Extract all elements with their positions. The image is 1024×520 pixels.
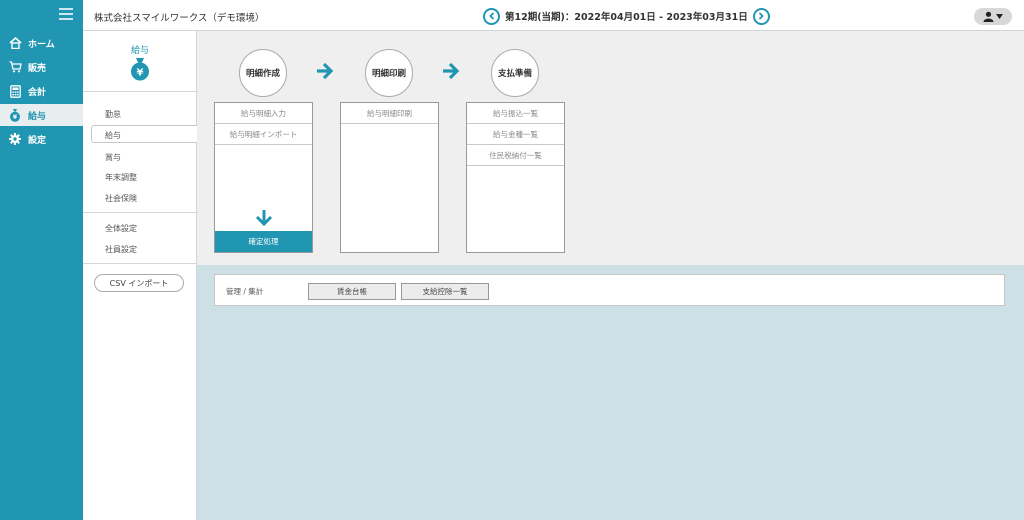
step-box-print-statement: 給与明細印刷 bbox=[340, 102, 439, 253]
user-icon bbox=[983, 11, 994, 22]
divider bbox=[83, 212, 197, 213]
arrow-right-icon bbox=[441, 61, 461, 84]
user-menu-button[interactable] bbox=[974, 8, 1012, 25]
caret-down-icon bbox=[996, 14, 1003, 19]
payroll-flow-area: 明細作成 明細印刷 支払準備 給与明細入力 給与明細インポート 確定処理 給与明… bbox=[197, 31, 1024, 265]
sub-item-year-end-adjustment[interactable]: 年末調整 bbox=[105, 172, 137, 183]
sub-item-employee-settings[interactable]: 社員設定 bbox=[105, 244, 137, 255]
nav-item-label: 販売 bbox=[28, 63, 47, 74]
hamburger-menu-icon[interactable] bbox=[59, 8, 73, 20]
nav-item-label: 設定 bbox=[28, 135, 47, 146]
fiscal-period: 第12期(当期)：2022年04月01日 - 2023年03月31日 bbox=[505, 12, 748, 23]
svg-text:¥: ¥ bbox=[137, 68, 144, 79]
left-navigation: ホーム 販売 会計 ¥ 給与 設定 bbox=[0, 0, 83, 520]
sub-item-attendance[interactable]: 勤怠 bbox=[105, 109, 121, 120]
nav-item-payroll[interactable]: ¥ 給与 bbox=[0, 104, 83, 126]
next-period-button[interactable] bbox=[752, 7, 770, 25]
nav-item-label: 給与 bbox=[28, 111, 47, 122]
sub-item-general-settings[interactable]: 全体設定 bbox=[105, 223, 137, 234]
cart-icon bbox=[8, 60, 22, 74]
payroll-sub-navigation: 給与 ¥ 勤怠 給与 賞与 年末調整 社会保険 全体設定 社員設定 CSV イン… bbox=[83, 31, 198, 520]
salary-transfer-list-link[interactable]: 給与振込一覧 bbox=[467, 103, 564, 124]
payroll-statement-print-link[interactable]: 給与明細印刷 bbox=[341, 103, 438, 124]
wage-ledger-button[interactable]: 賃金台帳 bbox=[308, 283, 396, 300]
payroll-statement-entry-link[interactable]: 給与明細入力 bbox=[215, 103, 312, 124]
gear-icon bbox=[8, 132, 22, 146]
chevron-left-icon bbox=[488, 12, 494, 20]
step-circle-payment-preparation: 支払準備 bbox=[491, 49, 539, 97]
nav-item-accounting[interactable]: 会計 bbox=[0, 80, 83, 102]
nav-item-label: 会計 bbox=[28, 87, 47, 98]
csv-import-button[interactable]: CSV インポート bbox=[94, 274, 184, 292]
arrow-down-icon bbox=[255, 209, 273, 230]
chevron-right-icon bbox=[759, 12, 765, 20]
step-circle-print-statement: 明細印刷 bbox=[365, 49, 413, 97]
money-bag-icon: ¥ bbox=[8, 108, 22, 122]
sub-item-payroll[interactable]: 給与 bbox=[105, 130, 121, 141]
nav-item-settings[interactable]: 設定 bbox=[0, 128, 83, 150]
salary-denomination-list-link[interactable]: 給与金種一覧 bbox=[467, 124, 564, 145]
prev-period-button[interactable] bbox=[483, 7, 500, 25]
step-box-create-statement: 給与明細入力 給与明細インポート 確定処理 bbox=[214, 102, 313, 253]
step-circle-create-statement: 明細作成 bbox=[239, 49, 287, 97]
period-selector: 第12期(当期)：2022年04月01日 - 2023年03月31日 bbox=[483, 6, 770, 26]
home-icon bbox=[8, 36, 22, 50]
nav-item-home[interactable]: ホーム bbox=[0, 32, 83, 54]
divider bbox=[83, 91, 197, 92]
arrow-right-icon bbox=[315, 61, 335, 84]
payroll-statement-import-link[interactable]: 給与明細インポート bbox=[215, 124, 312, 145]
company-name: 株式会社スマイルワークス（デモ環境） bbox=[94, 13, 265, 24]
top-bar: 株式会社スマイルワークス（デモ環境） 第12期(当期)：2022年04月01日 … bbox=[83, 0, 1024, 31]
nav-item-label: ホーム bbox=[28, 39, 55, 50]
management-panel: 管理 / 集計 賃金台帳 支給控除一覧 bbox=[214, 274, 1005, 306]
confirm-process-button[interactable]: 確定処理 bbox=[215, 231, 312, 252]
divider bbox=[83, 263, 197, 264]
section-title: 給与 bbox=[130, 46, 149, 56]
sub-item-social-insurance[interactable]: 社会保険 bbox=[105, 193, 137, 204]
resident-tax-payment-list-link[interactable]: 住民税納付一覧 bbox=[467, 145, 564, 166]
payment-deduction-list-button[interactable]: 支給控除一覧 bbox=[401, 283, 489, 300]
nav-item-sales[interactable]: 販売 bbox=[0, 56, 83, 78]
management-label: 管理 / 集計 bbox=[226, 287, 264, 296]
calculator-icon bbox=[8, 84, 22, 98]
step-box-payment-preparation: 給与振込一覧 給与金種一覧 住民税納付一覧 bbox=[466, 102, 565, 253]
sub-item-bonus[interactable]: 賞与 bbox=[105, 152, 121, 163]
money-bag-icon: ¥ bbox=[129, 57, 151, 84]
